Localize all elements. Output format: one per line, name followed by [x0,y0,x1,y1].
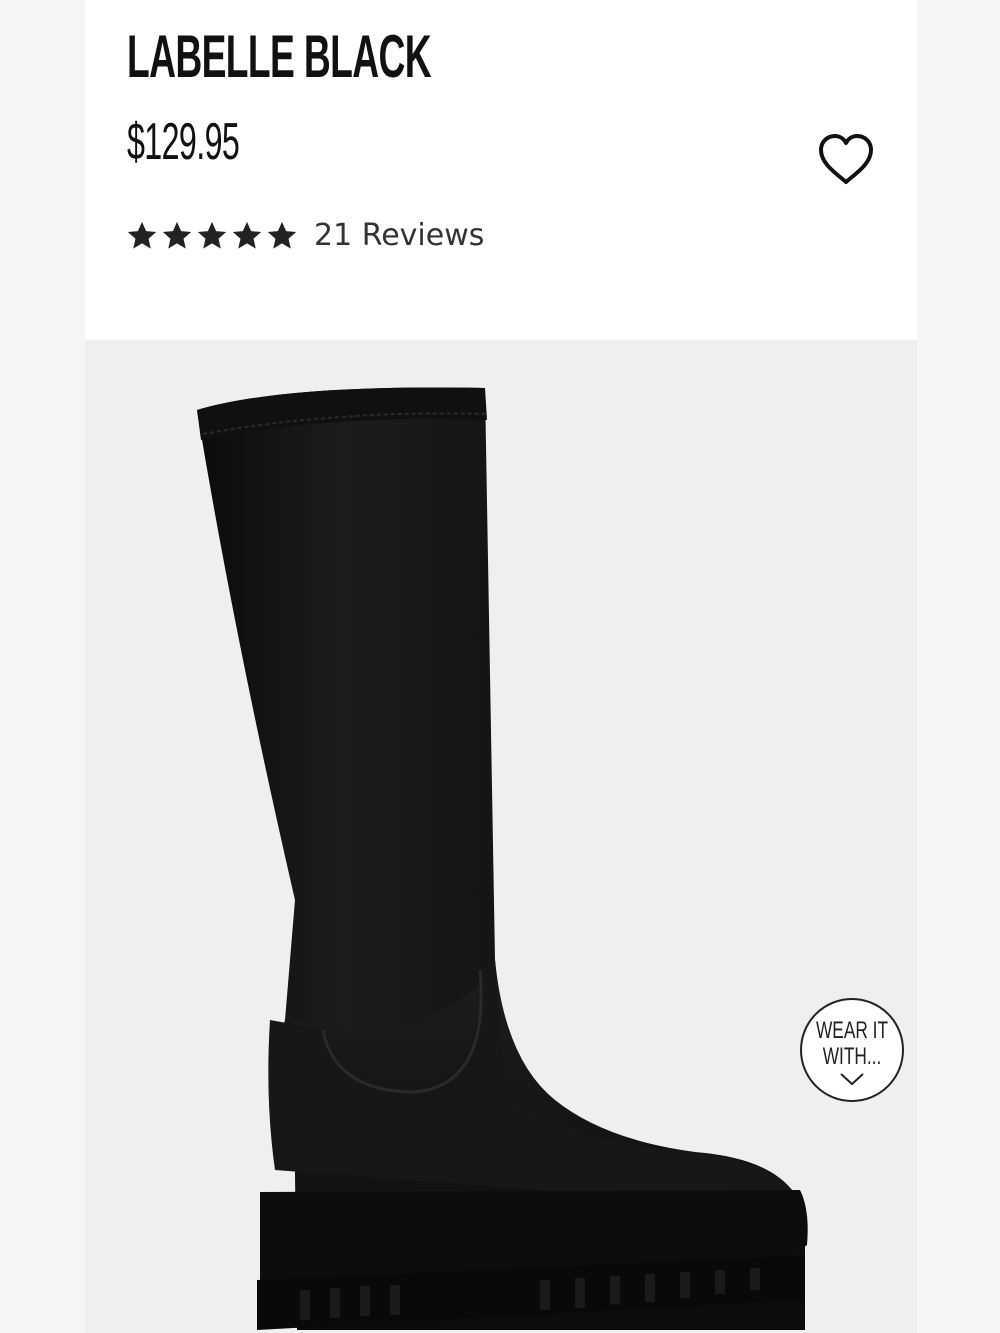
star-rating[interactable]: 21 Reviews [125,218,484,253]
wear-it-with-button[interactable]: WEAR IT WITH... [800,998,904,1102]
product-price: $129.95 [127,113,240,171]
chevron-down-icon [840,1073,864,1086]
reviews-link[interactable]: 21 Reviews [314,218,484,253]
product-page: LABELLE BLACK $129.95 21 Reviews WEAR IT… [85,0,917,1333]
star-icon [232,221,262,249]
product-image[interactable]: WEAR IT WITH... [85,340,917,1333]
star-icon [197,221,227,249]
wishlist-heart-icon[interactable] [817,132,875,186]
star-icon [162,221,192,249]
star-icon [267,221,297,249]
star-icon [127,221,157,249]
product-header: LABELLE BLACK $129.95 21 Reviews [85,0,917,340]
wear-it-with-label: WEAR IT WITH... [816,1017,888,1070]
product-title: LABELLE BLACK [127,23,432,90]
boot-image [197,387,808,1330]
